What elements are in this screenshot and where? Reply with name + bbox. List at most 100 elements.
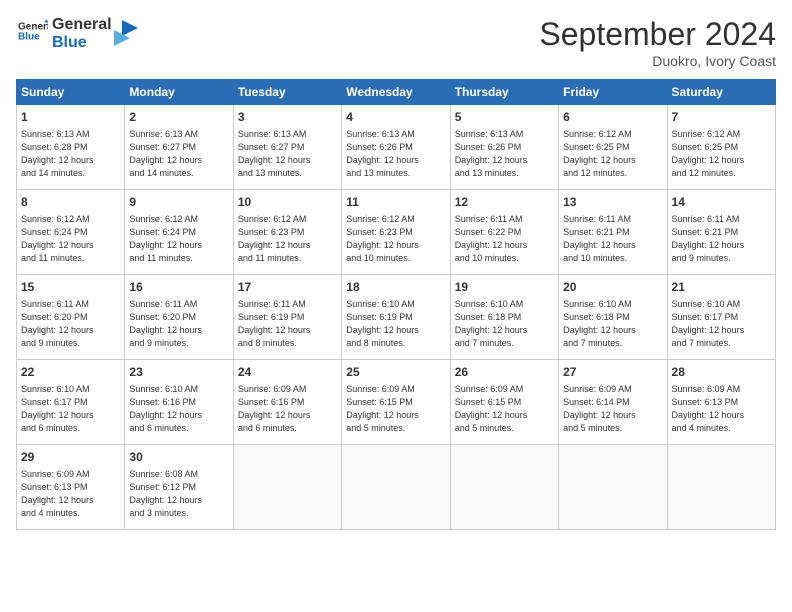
day-info: Sunrise: 6:09 AM Sunset: 6:14 PM Dayligh… [563, 383, 662, 435]
calendar-week-row: 8Sunrise: 6:12 AM Sunset: 6:24 PM Daylig… [17, 190, 776, 275]
day-info: Sunrise: 6:11 AM Sunset: 6:22 PM Dayligh… [455, 213, 554, 265]
header-sunday: Sunday [17, 80, 125, 105]
table-row: 29 Sunrise: 6:09 AM Sunset: 6:13 PM Dayli… [17, 445, 125, 530]
logo-line2: Blue [52, 34, 112, 52]
day-info: Sunrise: 6:13 AM Sunset: 6:26 PM Dayligh… [455, 128, 554, 180]
location-subtitle: Duokro, Ivory Coast [539, 53, 776, 69]
calendar-week-row: 1 Sunrise: 6:13 AM Sunset: 6:28 PM Daylig… [17, 105, 776, 190]
day-info: Sunrise: 6:10 AM Sunset: 6:17 PM Dayligh… [21, 383, 120, 435]
day-number: 15 [21, 279, 120, 296]
day-info: Sunrise: 6:09 AM Sunset: 6:15 PM Dayligh… [455, 383, 554, 435]
day-info: Sunrise: 6:09 AM Sunset: 6:16 PM Dayligh… [238, 383, 337, 435]
day-number: 29 [21, 449, 120, 466]
table-row [342, 445, 450, 530]
table-row: 8Sunrise: 6:12 AM Sunset: 6:24 PM Daylig… [17, 190, 125, 275]
header-thursday: Thursday [450, 80, 558, 105]
day-info: Sunrise: 6:10 AM Sunset: 6:18 PM Dayligh… [455, 298, 554, 350]
logo: General Blue General Blue [16, 16, 138, 51]
logo-arrow [114, 20, 138, 48]
header-friday: Friday [559, 80, 667, 105]
day-info: Sunrise: 6:09 AM Sunset: 6:13 PM Dayligh… [21, 468, 120, 520]
table-row: 24 Sunrise: 6:09 AM Sunset: 6:16 PM Dayli… [233, 360, 341, 445]
calendar-header-row: Sunday Monday Tuesday Wednesday Thursday… [17, 80, 776, 105]
day-info: Sunrise: 6:10 AM Sunset: 6:19 PM Dayligh… [346, 298, 445, 350]
day-info: Sunrise: 6:08 AM Sunset: 6:12 PM Dayligh… [129, 468, 228, 520]
table-row: 30 Sunrise: 6:08 AM Sunset: 6:12 PM Dayli… [125, 445, 233, 530]
day-number: 1 [21, 109, 120, 126]
day-info: Sunrise: 6:11 AM Sunset: 6:20 PM Dayligh… [129, 298, 228, 350]
table-row: 14Sunrise: 6:11 AM Sunset: 6:21 PM Dayli… [667, 190, 775, 275]
day-number: 11 [346, 194, 445, 211]
day-info: Sunrise: 6:12 AM Sunset: 6:24 PM Dayligh… [129, 213, 228, 265]
table-row [559, 445, 667, 530]
day-info: Sunrise: 6:12 AM Sunset: 6:25 PM Dayligh… [672, 128, 771, 180]
day-number: 4 [346, 109, 445, 126]
day-number: 16 [129, 279, 228, 296]
table-row: 16 Sunrise: 6:11 AM Sunset: 6:20 PM Dayli… [125, 275, 233, 360]
day-info: Sunrise: 6:11 AM Sunset: 6:19 PM Dayligh… [238, 298, 337, 350]
day-info: Sunrise: 6:09 AM Sunset: 6:13 PM Dayligh… [672, 383, 771, 435]
day-info: Sunrise: 6:13 AM Sunset: 6:27 PM Dayligh… [129, 128, 228, 180]
day-number: 28 [672, 364, 771, 381]
table-row: 21 Sunrise: 6:10 AM Sunset: 6:17 PM Dayli… [667, 275, 775, 360]
table-row: 23Sunrise: 6:10 AM Sunset: 6:16 PM Dayli… [125, 360, 233, 445]
table-row: 6 Sunrise: 6:12 AM Sunset: 6:25 PM Daylig… [559, 105, 667, 190]
logo-icon: General Blue [18, 16, 48, 46]
day-info: Sunrise: 6:11 AM Sunset: 6:20 PM Dayligh… [21, 298, 120, 350]
calendar-week-row: 29 Sunrise: 6:09 AM Sunset: 6:13 PM Dayli… [17, 445, 776, 530]
calendar-table: Sunday Monday Tuesday Wednesday Thursday… [16, 79, 776, 530]
table-row: 25Sunrise: 6:09 AM Sunset: 6:15 PM Dayli… [342, 360, 450, 445]
day-info: Sunrise: 6:12 AM Sunset: 6:24 PM Dayligh… [21, 213, 120, 265]
day-number: 10 [238, 194, 337, 211]
day-number: 13 [563, 194, 662, 211]
month-title: September 2024 [539, 16, 776, 53]
day-info: Sunrise: 6:13 AM Sunset: 6:27 PM Dayligh… [238, 128, 337, 180]
day-info: Sunrise: 6:09 AM Sunset: 6:15 PM Dayligh… [346, 383, 445, 435]
svg-text:General: General [18, 22, 48, 33]
table-row: 17 Sunrise: 6:11 AM Sunset: 6:19 PM Dayli… [233, 275, 341, 360]
table-row: 13 Sunrise: 6:11 AM Sunset: 6:21 PM Dayli… [559, 190, 667, 275]
header-monday: Monday [125, 80, 233, 105]
table-row: 3 Sunrise: 6:13 AM Sunset: 6:27 PM Daylig… [233, 105, 341, 190]
day-number: 3 [238, 109, 337, 126]
day-number: 6 [563, 109, 662, 126]
header-saturday: Saturday [667, 80, 775, 105]
day-number: 5 [455, 109, 554, 126]
day-number: 20 [563, 279, 662, 296]
table-row: 4Sunrise: 6:13 AM Sunset: 6:26 PM Daylig… [342, 105, 450, 190]
table-row: 1 Sunrise: 6:13 AM Sunset: 6:28 PM Daylig… [17, 105, 125, 190]
table-row: 10 Sunrise: 6:12 AM Sunset: 6:23 PM Dayli… [233, 190, 341, 275]
day-info: Sunrise: 6:11 AM Sunset: 6:21 PM Dayligh… [563, 213, 662, 265]
title-block: September 2024 Duokro, Ivory Coast [539, 16, 776, 69]
table-row: 28 Sunrise: 6:09 AM Sunset: 6:13 PM Dayli… [667, 360, 775, 445]
table-row: 7 Sunrise: 6:12 AM Sunset: 6:25 PM Daylig… [667, 105, 775, 190]
day-number: 26 [455, 364, 554, 381]
svg-text:Blue: Blue [18, 32, 40, 43]
day-info: Sunrise: 6:10 AM Sunset: 6:17 PM Dayligh… [672, 298, 771, 350]
table-row [233, 445, 341, 530]
day-number: 27 [563, 364, 662, 381]
table-row: 26 Sunrise: 6:09 AM Sunset: 6:15 PM Dayli… [450, 360, 558, 445]
table-row: 9 Sunrise: 6:12 AM Sunset: 6:24 PM Daylig… [125, 190, 233, 275]
calendar-week-row: 22 Sunrise: 6:10 AM Sunset: 6:17 PM Dayli… [17, 360, 776, 445]
day-number: 24 [238, 364, 337, 381]
day-number: 22 [21, 364, 120, 381]
table-row: 20Sunrise: 6:10 AM Sunset: 6:18 PM Dayli… [559, 275, 667, 360]
page-header: General Blue General Blue September 2024… [16, 16, 776, 69]
day-number: 9 [129, 194, 228, 211]
logo-line1: General [52, 16, 112, 34]
day-info: Sunrise: 6:13 AM Sunset: 6:28 PM Dayligh… [21, 128, 120, 180]
day-number: 21 [672, 279, 771, 296]
day-info: Sunrise: 6:12 AM Sunset: 6:23 PM Dayligh… [238, 213, 337, 265]
table-row: 12Sunrise: 6:11 AM Sunset: 6:22 PM Dayli… [450, 190, 558, 275]
day-info: Sunrise: 6:12 AM Sunset: 6:25 PM Dayligh… [563, 128, 662, 180]
day-number: 23 [129, 364, 228, 381]
table-row: 5 Sunrise: 6:13 AM Sunset: 6:26 PM Daylig… [450, 105, 558, 190]
day-number: 7 [672, 109, 771, 126]
day-number: 30 [129, 449, 228, 466]
day-number: 17 [238, 279, 337, 296]
table-row: 27 Sunrise: 6:09 AM Sunset: 6:14 PM Dayli… [559, 360, 667, 445]
day-number: 14 [672, 194, 771, 211]
day-number: 19 [455, 279, 554, 296]
table-row: 22 Sunrise: 6:10 AM Sunset: 6:17 PM Dayli… [17, 360, 125, 445]
